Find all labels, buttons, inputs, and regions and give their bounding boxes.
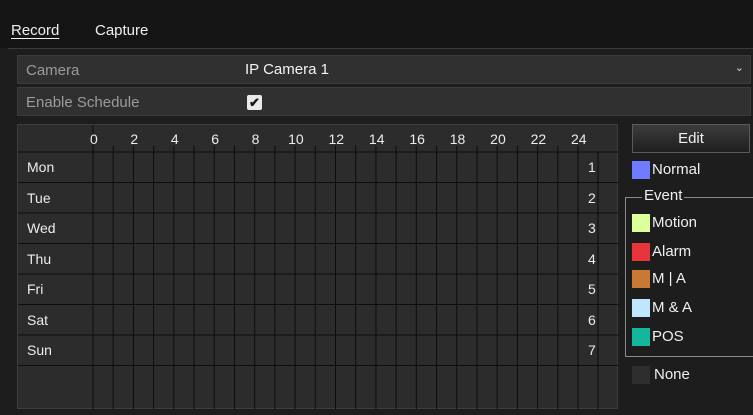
legend-swatch — [632, 328, 650, 346]
day-label: Mon — [27, 159, 55, 175]
day-copy-number[interactable]: 4 — [588, 251, 596, 267]
day-label: Fri — [27, 281, 44, 297]
legend-swatch — [632, 243, 650, 261]
normal-swatch — [632, 161, 650, 179]
legend-label: M & A — [652, 299, 693, 316]
hour-label: 16 — [409, 131, 425, 147]
tab-bar: Record Capture — [0, 0, 753, 48]
legend-swatch — [632, 299, 650, 317]
hour-label: 22 — [530, 131, 547, 147]
day-copy-number[interactable]: 2 — [588, 190, 596, 206]
chevron-down-icon[interactable]: ⌄ — [735, 61, 744, 74]
day-label: Thu — [27, 250, 52, 267]
day-copy-number[interactable]: 6 — [588, 312, 596, 328]
none-swatch — [632, 366, 650, 384]
day-label: Sat — [27, 311, 49, 328]
enable-schedule-row: Enable Schedule ✔ — [17, 87, 751, 116]
hour-label: 14 — [368, 131, 385, 147]
day-copy-number[interactable]: 7 — [588, 342, 596, 358]
hour-label: 18 — [449, 131, 466, 147]
hour-label: 0 — [90, 131, 98, 147]
legend-label: POS — [652, 328, 684, 345]
camera-select[interactable]: Camera IP Camera 1 ⌄ — [17, 55, 751, 84]
legend-label: Alarm — [652, 243, 692, 260]
schedule-grid-lines — [18, 125, 618, 409]
event-legend-title: Event — [642, 187, 685, 204]
day-copy-number[interactable]: 3 — [588, 220, 596, 236]
day-label: Sun — [27, 342, 52, 358]
legend-swatch — [632, 270, 650, 288]
edit-button[interactable]: Edit — [632, 124, 750, 153]
day-label: Tue — [27, 189, 51, 206]
enable-schedule-checkbox[interactable]: ✔ — [247, 95, 262, 110]
hour-label: 4 — [170, 131, 179, 147]
legend-swatch — [632, 214, 650, 232]
legend-label: M | A — [652, 270, 686, 287]
legend-label: Motion — [652, 214, 698, 231]
hour-label: 6 — [211, 131, 220, 147]
schedule-grid[interactable]: 0 2 4 6 8 10 12 14 16 18 20 22 24 Mon 1 Tue 2 Wed 3 Thu 4 Fri… — [17, 124, 618, 409]
hour-label: 10 — [288, 131, 304, 147]
tab-record[interactable]: Record — [11, 22, 59, 39]
tab-capture[interactable]: Capture — [95, 22, 148, 39]
camera-label: Camera — [26, 62, 80, 79]
day-copy-number[interactable]: 5 — [588, 281, 596, 297]
day-label: Wed — [27, 220, 56, 236]
enable-schedule-label: Enable Schedule — [26, 94, 140, 111]
hour-label: 12 — [328, 131, 345, 147]
legend-normal-label: Normal — [652, 161, 701, 178]
hour-label: 8 — [251, 131, 260, 147]
tab-divider — [8, 48, 753, 49]
hour-label: 2 — [130, 131, 139, 147]
day-copy-number[interactable]: 1 — [588, 159, 596, 175]
hour-label: 20 — [490, 131, 506, 147]
camera-value[interactable]: IP Camera 1 — [245, 61, 329, 78]
hour-label: 24 — [571, 131, 587, 147]
legend-none-label: None — [654, 366, 690, 383]
